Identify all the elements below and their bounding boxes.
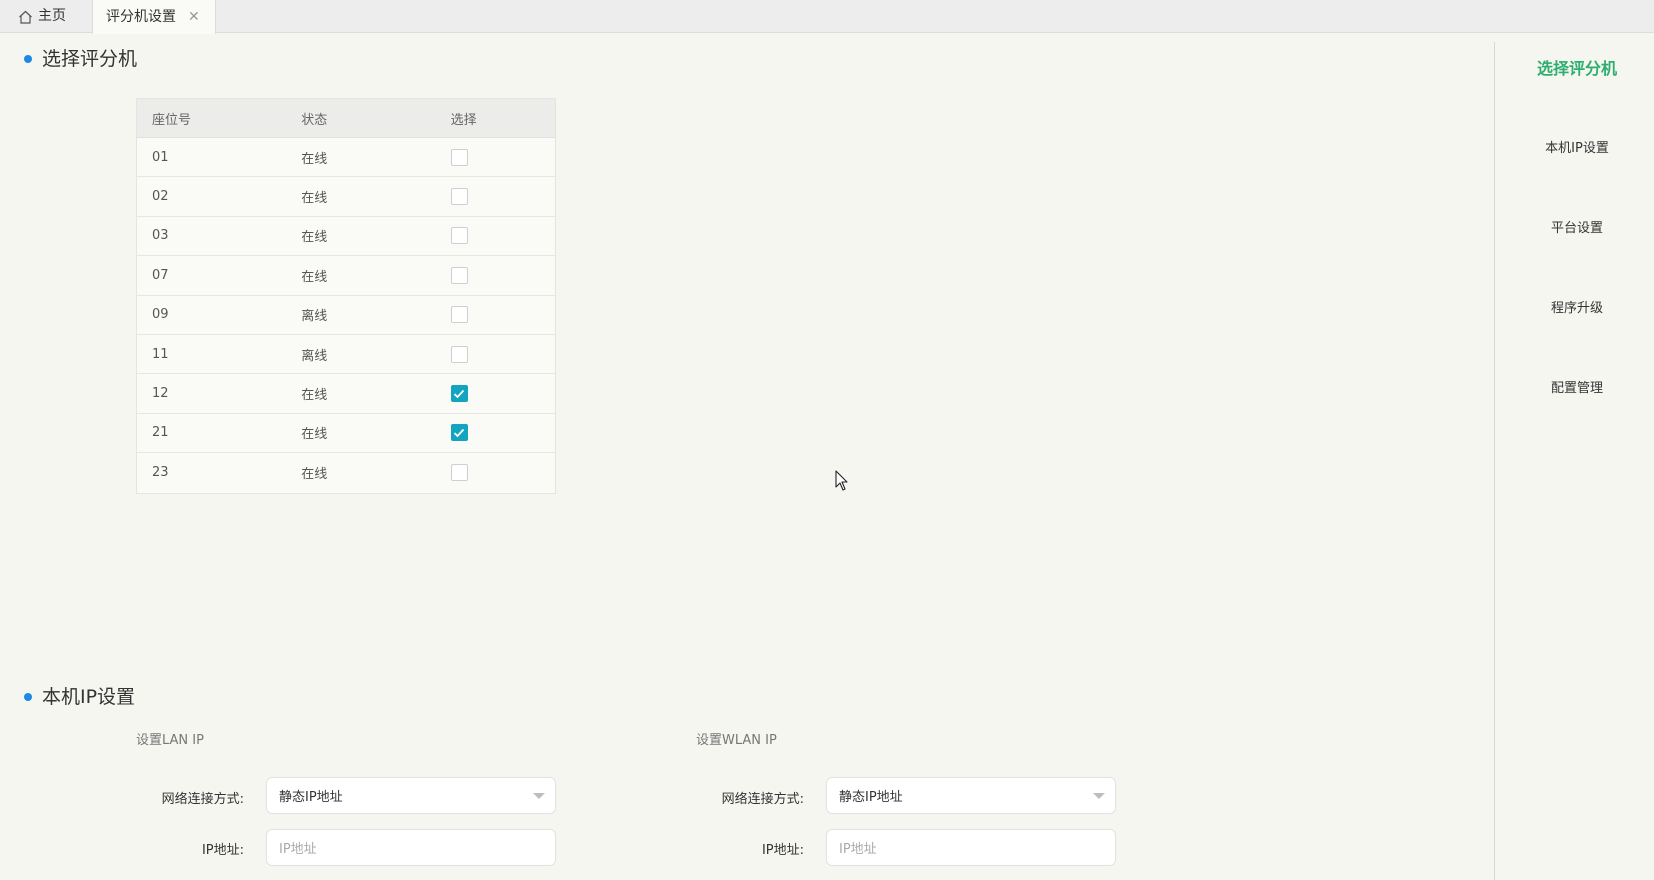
lan-heading: 设置LAN IP bbox=[136, 733, 204, 748]
select-cell bbox=[436, 227, 555, 245]
select-checkbox[interactable] bbox=[450, 306, 468, 324]
header-status: 状态 bbox=[301, 112, 328, 128]
seat-status: 在线 bbox=[301, 388, 328, 404]
select-cell bbox=[436, 424, 555, 442]
seat-status: 在线 bbox=[301, 467, 328, 483]
mouse-cursor-icon bbox=[835, 470, 848, 491]
select-cell bbox=[436, 464, 555, 482]
bullet-icon bbox=[24, 693, 32, 701]
wlan-ip-label: IP地址: bbox=[761, 843, 804, 858]
home-icon bbox=[19, 10, 32, 24]
table-row: 21 在线 bbox=[137, 414, 555, 454]
chevron-down-icon bbox=[533, 793, 545, 799]
seat-status: 在线 bbox=[301, 427, 328, 443]
seat-status: 离线 bbox=[301, 348, 328, 364]
section-title-select-scorer: 选择评分机 bbox=[24, 44, 137, 71]
lan-mode-label: 网络连接方式: bbox=[161, 792, 244, 807]
chevron-down-icon bbox=[1093, 793, 1105, 799]
header-seat: 座位号 bbox=[152, 112, 192, 128]
table-row: 03 在线 bbox=[137, 217, 555, 257]
table-row: 23 在线 bbox=[137, 453, 555, 492]
select-checkbox[interactable] bbox=[450, 227, 468, 245]
select-checkbox[interactable] bbox=[450, 345, 468, 363]
table-row: 11 离线 bbox=[137, 335, 555, 375]
table-row: 07 在线 bbox=[137, 256, 555, 296]
header-select: 选择 bbox=[450, 112, 477, 128]
table-row: 09 离线 bbox=[137, 296, 555, 335]
scorer-table: 座位号 状态 选择 01 在线 02 在线 03 在线 07 在线 09 离线 11 离线 12 在线 21… bbox=[136, 98, 556, 494]
wlan-mode-label: 网络连接方式: bbox=[721, 792, 804, 807]
right-nav-divider bbox=[1494, 42, 1495, 880]
table-row: 02 在线 bbox=[137, 177, 555, 217]
table-body: 01 在线 02 在线 03 在线 07 在线 09 离线 11 离线 12 在线 21 在线 23 在线 bbox=[137, 138, 555, 493]
section-title-text: 选择评分机 bbox=[42, 48, 138, 70]
seat-status: 在线 bbox=[301, 269, 328, 285]
select-checkbox[interactable] bbox=[450, 464, 468, 482]
table-row: 12 在线 bbox=[137, 374, 555, 414]
select-checkbox[interactable] bbox=[450, 385, 468, 403]
tab-home[interactable]: 主页 bbox=[12, 0, 92, 33]
select-cell bbox=[436, 188, 555, 206]
seat-number: 02 bbox=[152, 189, 169, 205]
tab-bar: 主页 评分机设置 ✕ bbox=[0, 0, 1654, 34]
lan-ip-label: IP地址: bbox=[201, 843, 244, 858]
seat-number: 21 bbox=[152, 425, 169, 441]
seat-number: 09 bbox=[152, 307, 169, 323]
nav-item-platform-settings[interactable]: 平台设置 bbox=[1500, 217, 1654, 236]
nav-item-config-management[interactable]: 配置管理 bbox=[1500, 377, 1654, 396]
select-cell bbox=[436, 306, 555, 324]
select-checkbox[interactable] bbox=[450, 148, 468, 166]
lan-ip-input[interactable]: IP地址 bbox=[266, 829, 556, 866]
select-cell bbox=[436, 148, 555, 166]
seat-status: 在线 bbox=[301, 191, 328, 207]
wlan-ip-placeholder: IP地址 bbox=[839, 842, 877, 857]
nav-item-ip-settings[interactable]: 本机IP设置 bbox=[1500, 137, 1654, 156]
wlan-heading: 设置WLAN IP bbox=[696, 733, 777, 748]
select-checkbox[interactable] bbox=[450, 266, 468, 284]
select-checkbox[interactable] bbox=[450, 424, 468, 442]
close-icon[interactable]: ✕ bbox=[188, 10, 200, 24]
seat-status: 离线 bbox=[301, 309, 328, 325]
seat-number: 03 bbox=[152, 228, 169, 244]
table-row: 01 在线 bbox=[137, 138, 555, 178]
wlan-mode-value: 静态IP地址 bbox=[839, 790, 903, 805]
seat-status: 在线 bbox=[301, 230, 328, 246]
bullet-icon bbox=[24, 55, 32, 63]
select-checkbox[interactable] bbox=[450, 188, 468, 206]
lan-mode-select[interactable]: 静态IP地址 bbox=[266, 777, 556, 814]
seat-number: 07 bbox=[152, 267, 169, 283]
section-title-text: 本机IP设置 bbox=[42, 686, 136, 708]
lan-ip-placeholder: IP地址 bbox=[279, 842, 317, 857]
wlan-mode-select[interactable]: 静态IP地址 bbox=[826, 777, 1116, 814]
checkmark-icon bbox=[453, 428, 465, 438]
lan-mode-value: 静态IP地址 bbox=[279, 790, 343, 805]
select-cell bbox=[436, 345, 555, 363]
nav-item-program-upgrade[interactable]: 程序升级 bbox=[1500, 297, 1654, 316]
select-cell bbox=[436, 266, 555, 284]
section-title-ip-settings: 本机IP设置 bbox=[24, 682, 135, 709]
table-header: 座位号 状态 选择 bbox=[137, 99, 555, 138]
select-cell bbox=[436, 385, 555, 403]
seat-status: 在线 bbox=[301, 151, 328, 167]
tab-scorer-settings-label: 评分机设置 bbox=[106, 8, 176, 25]
wlan-ip-input[interactable]: IP地址 bbox=[826, 829, 1116, 866]
tab-scorer-settings[interactable]: 评分机设置 ✕ bbox=[92, 0, 216, 34]
nav-item-select-scorer[interactable]: 选择评分机 bbox=[1500, 55, 1654, 79]
seat-number: 12 bbox=[152, 386, 169, 402]
seat-number: 23 bbox=[152, 465, 169, 481]
checkmark-icon bbox=[453, 389, 465, 398]
tab-home-label: 主页 bbox=[38, 8, 66, 24]
seat-number: 01 bbox=[152, 149, 169, 165]
seat-number: 11 bbox=[152, 346, 169, 362]
